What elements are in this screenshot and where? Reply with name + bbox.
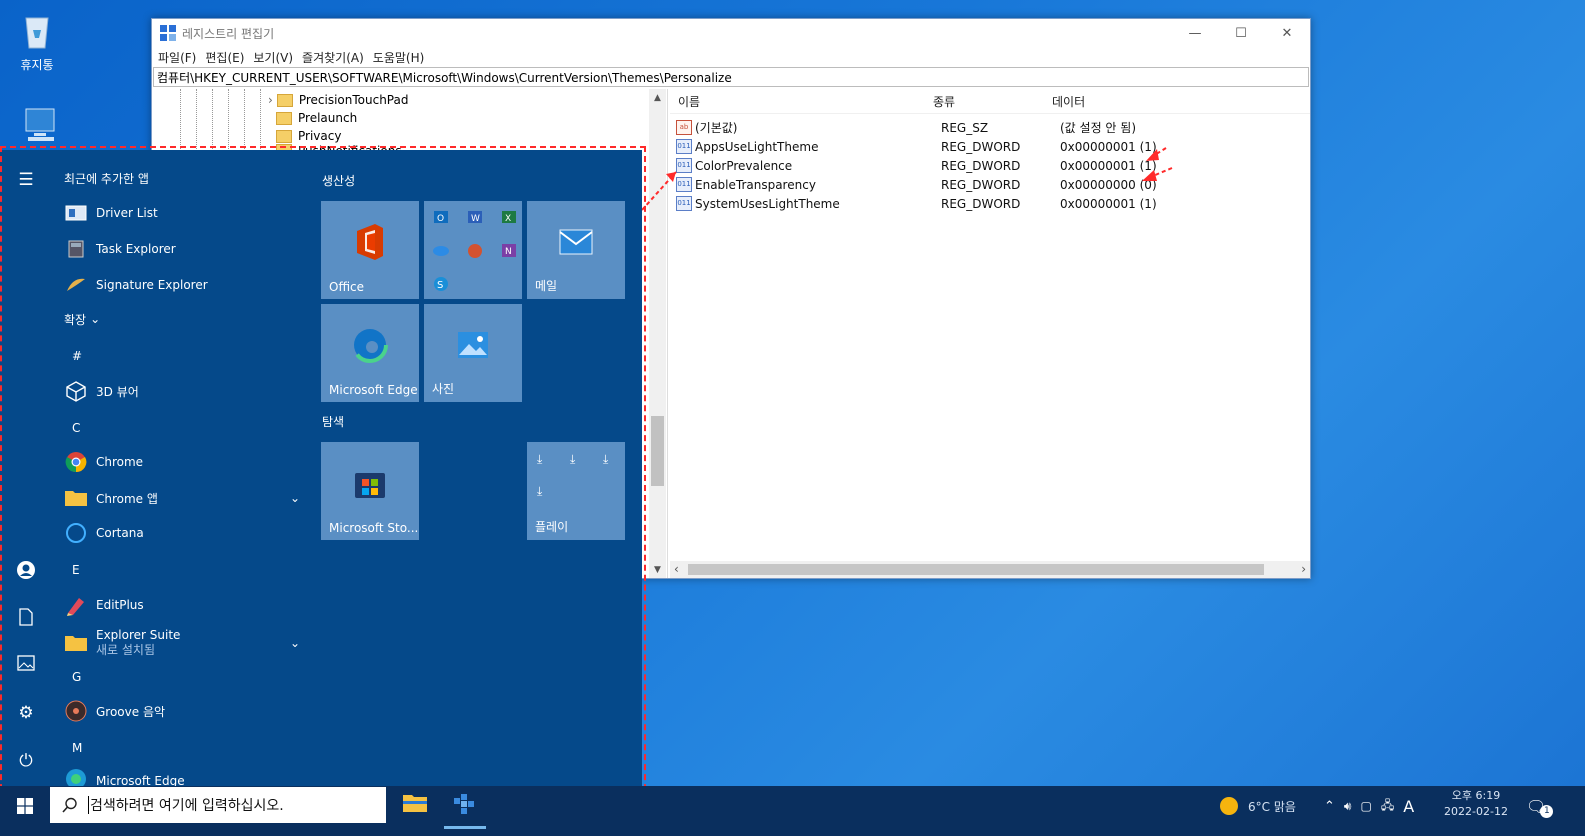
- scroll-thumb[interactable]: [688, 564, 1264, 575]
- tree-item[interactable]: Privacy: [276, 127, 341, 145]
- meet-now-icon[interactable]: ▢: [1360, 799, 1371, 813]
- scroll-right-icon[interactable]: ›: [1301, 562, 1306, 576]
- scroll-thumb[interactable]: [651, 416, 664, 486]
- notification-center[interactable]: 🗨︎ 1: [1526, 786, 1554, 826]
- sun-icon: [1220, 797, 1238, 815]
- notification-icon: 🗨︎: [1526, 796, 1547, 816]
- minimize-button[interactable]: —: [1172, 19, 1218, 47]
- this-pc[interactable]: [5, 105, 75, 151]
- start-button[interactable]: [0, 786, 50, 826]
- file-explorer-taskbar[interactable]: [402, 792, 428, 818]
- regedit-icon: [454, 794, 474, 814]
- list-scrollbar[interactable]: ‹ ›: [670, 561, 1310, 578]
- maximize-button[interactable]: ☐: [1218, 19, 1264, 47]
- recycle-bin[interactable]: 휴지통: [2, 10, 72, 73]
- scroll-left-icon[interactable]: ‹: [674, 562, 679, 576]
- network-icon[interactable]: 🖧: [1381, 796, 1394, 817]
- search-box[interactable]: 검색하려면 여기에 입력하십시오.: [50, 787, 386, 823]
- weather-widget[interactable]: 6°C 맑음: [1220, 786, 1296, 826]
- column-data[interactable]: 데이터: [1052, 93, 1085, 110]
- regedit-icon: [160, 25, 176, 41]
- folder-icon: [276, 93, 293, 107]
- search-placeholder: 검색하려면 여기에 입력하십시오.: [90, 798, 284, 814]
- windows-logo-icon: [17, 798, 33, 814]
- menu-favorites[interactable]: 즐겨찾기(A): [302, 49, 364, 66]
- recycle-bin-label: 휴지통: [20, 58, 54, 72]
- folder-icon: [276, 111, 292, 125]
- column-name[interactable]: 이름: [678, 93, 933, 110]
- regedit-taskbar[interactable]: [444, 792, 486, 829]
- clock-time: 오후 6:19: [1451, 789, 1501, 802]
- annotation-arrows: [641, 147, 1173, 211]
- menu-file[interactable]: 파일(F): [158, 49, 196, 66]
- chevron-up-icon[interactable]: ⌃: [1324, 799, 1335, 814]
- scroll-up-icon[interactable]: ▲: [649, 89, 666, 106]
- taskbar: 검색하려면 여기에 입력하십시오. 6°C 맑음 ⌃ 🔊︎ ▢ 🖧 A 오후 6…: [0, 786, 1585, 836]
- volume-icon[interactable]: 🔊︎: [1344, 799, 1352, 814]
- close-button[interactable]: ✕: [1264, 19, 1310, 47]
- clock[interactable]: 오후 6:19 2022-02-12: [1444, 788, 1508, 820]
- column-type[interactable]: 종류: [933, 93, 1052, 110]
- folder-icon: [403, 795, 427, 812]
- tree-item[interactable]: › PrecisionTouchPad: [268, 91, 408, 109]
- address-bar[interactable]: 컴퓨터\HKEY_CURRENT_USER\SOFTWARE\Microsoft…: [153, 67, 1309, 87]
- window-title: 레지스트리 편집기: [182, 26, 275, 41]
- string-value-icon: ab: [676, 120, 692, 135]
- table-row[interactable]: ab (기본값) REG_SZ (값 설정 안 됨): [670, 118, 1310, 137]
- computer-icon: [25, 108, 55, 141]
- menu-help[interactable]: 도움말(H): [373, 49, 425, 66]
- menu-bar: 파일(F) 편집(E) 보기(V) 즐겨찾기(A) 도움말(H): [152, 47, 1310, 67]
- expand-chevron-icon[interactable]: ›: [268, 93, 273, 107]
- title-bar: 레지스트리 편집기 — ☐ ✕: [152, 19, 1310, 47]
- annotation-highlight-box: [0, 146, 646, 820]
- list-header: 이름 종류 데이터: [670, 89, 1310, 114]
- menu-view[interactable]: 보기(V): [253, 49, 293, 66]
- ime-indicator[interactable]: A: [1403, 797, 1414, 816]
- recycle-bin-icon: [25, 17, 49, 49]
- scroll-down-icon[interactable]: ▼: [649, 561, 666, 578]
- menu-edit[interactable]: 편집(E): [205, 49, 244, 66]
- folder-icon: [276, 129, 292, 143]
- tree-item[interactable]: Prelaunch: [276, 109, 357, 127]
- address-text: 컴퓨터\HKEY_CURRENT_USER\SOFTWARE\Microsoft…: [157, 70, 732, 85]
- search-icon: [62, 797, 77, 813]
- clock-date: 2022-02-12: [1444, 805, 1508, 818]
